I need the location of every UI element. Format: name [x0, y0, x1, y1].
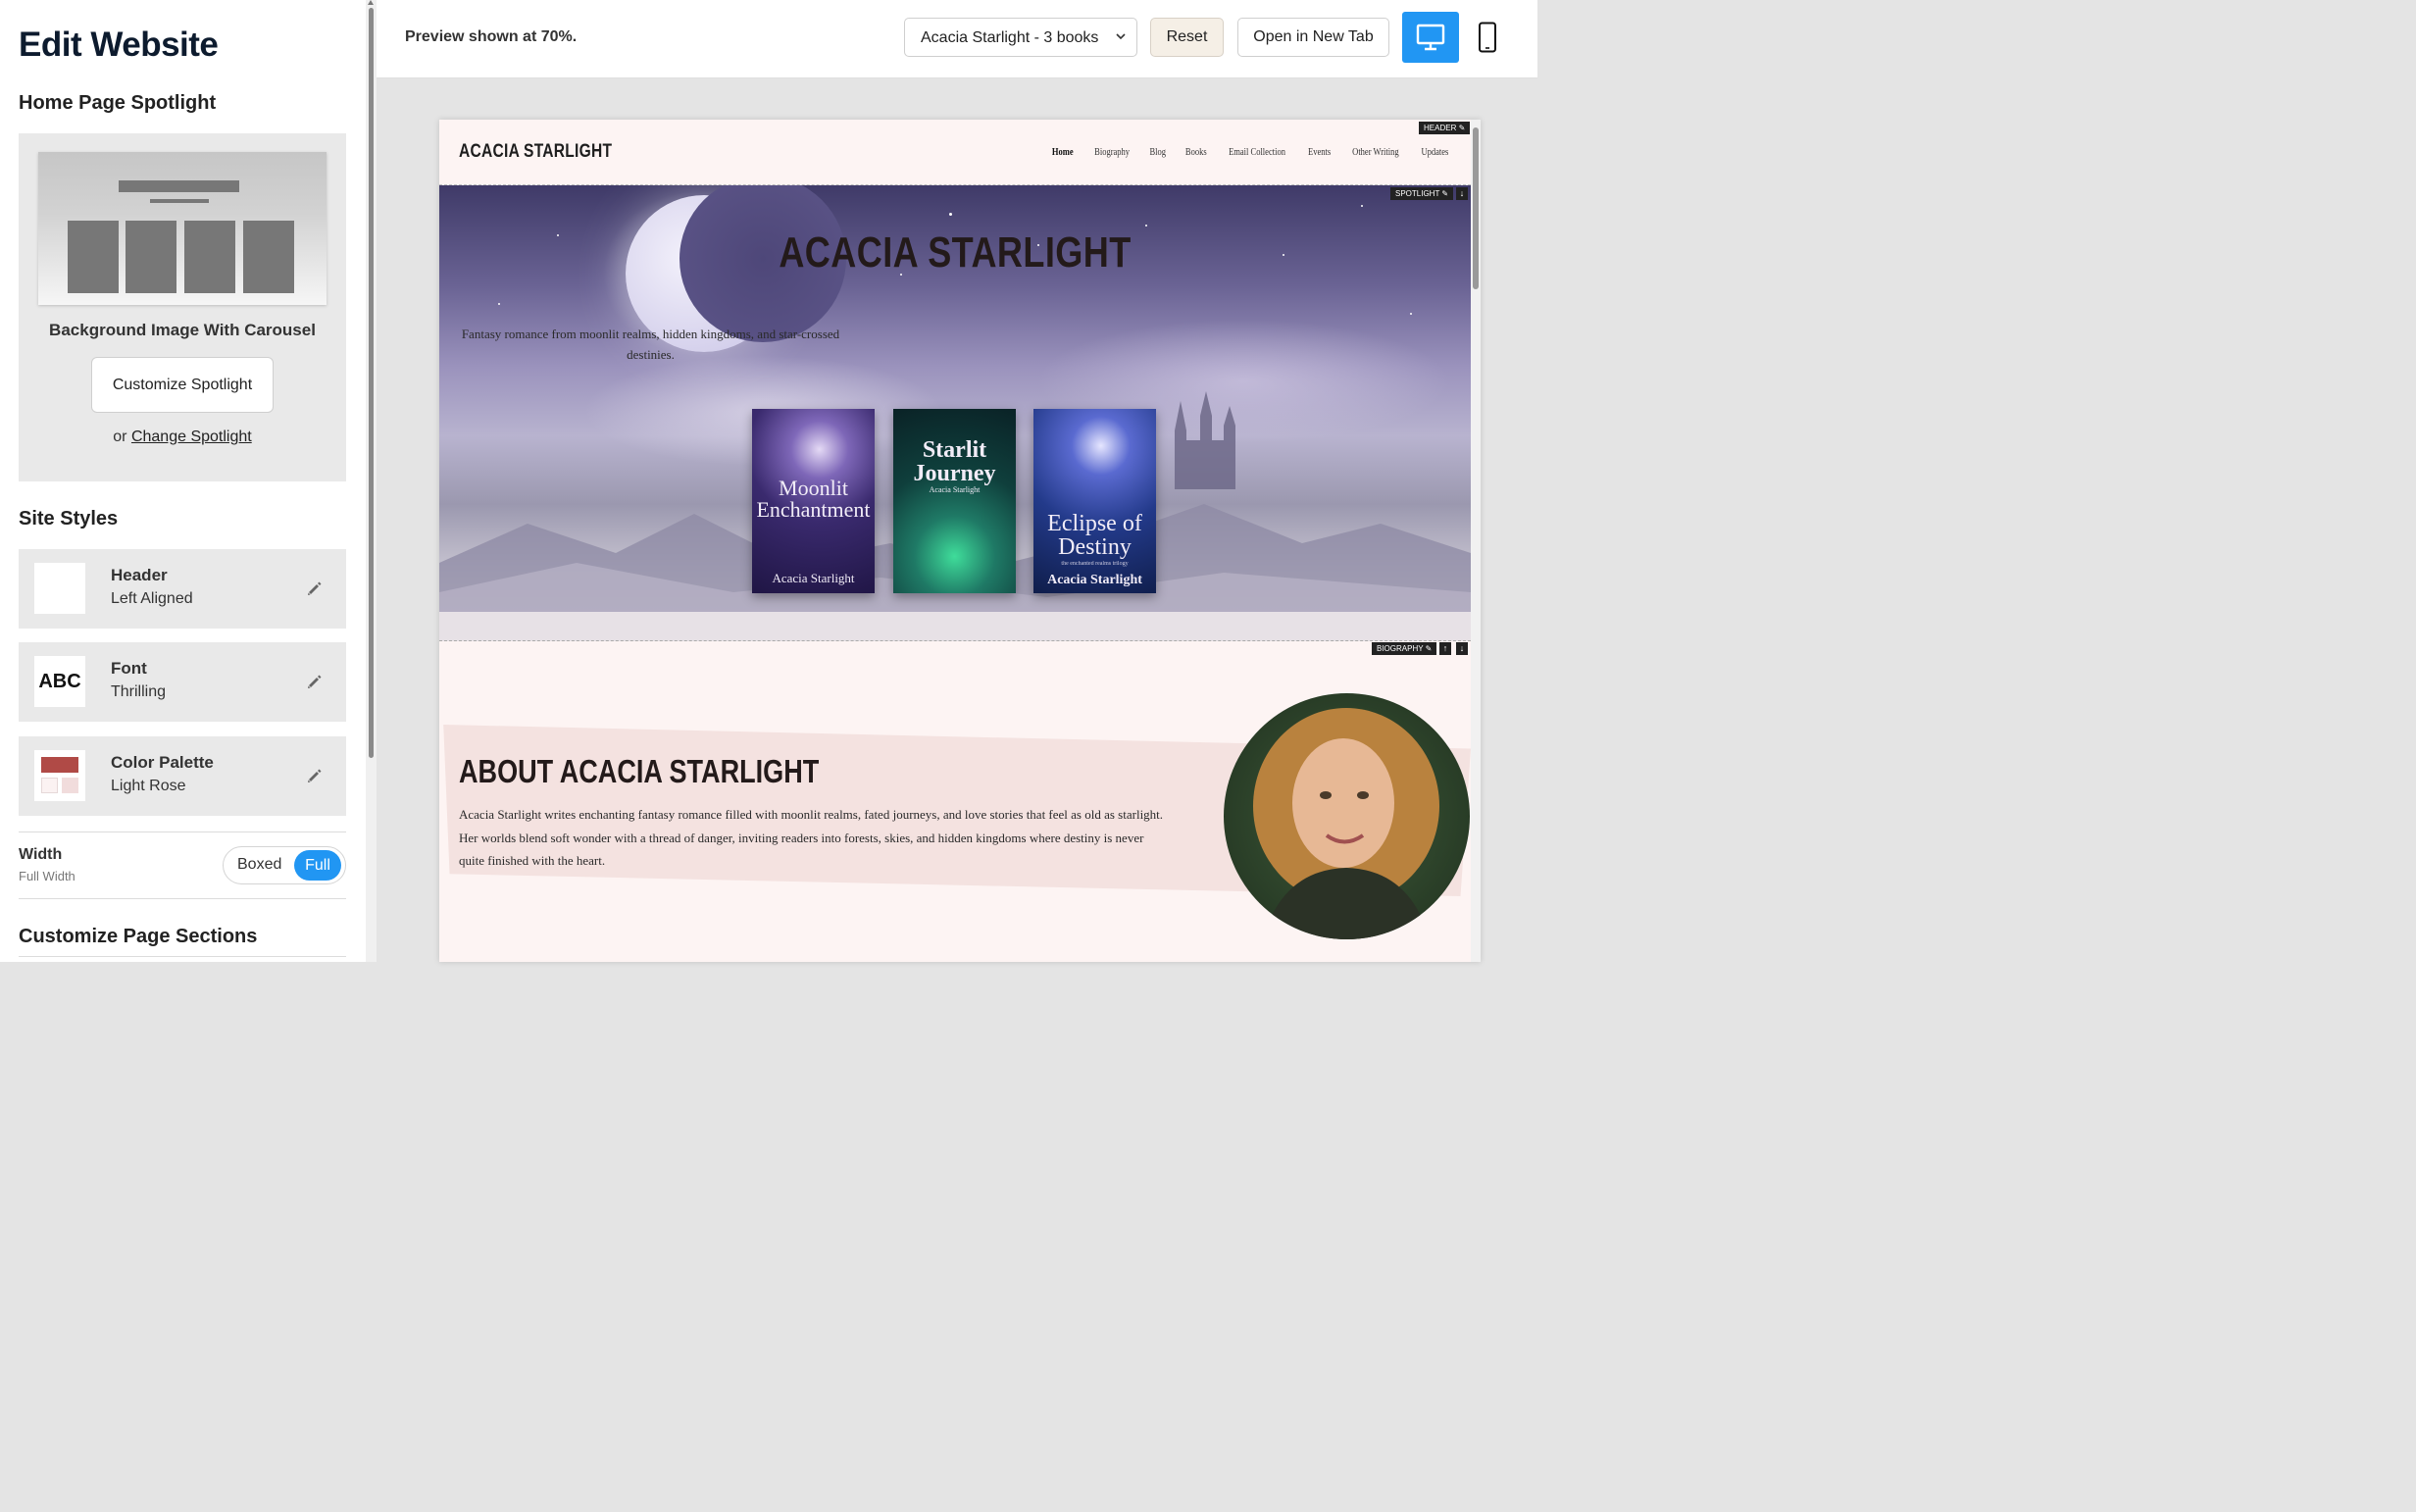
site-logo[interactable]: ACACIA STARLIGHT [459, 141, 612, 163]
book-title: Starlit Journey [913, 437, 996, 486]
spotlight-heading: Home Page Spotlight [19, 92, 217, 114]
book-author: Acacia Starlight [1047, 573, 1142, 587]
width-option-boxed[interactable]: Boxed [237, 856, 281, 874]
spotlight-card: Background Image With Carousel Customize… [19, 133, 346, 481]
page-sections-heading: Customize Page Sections [19, 926, 258, 947]
book-cover[interactable]: Moonlit Enchantment Acacia Starlight [752, 409, 875, 593]
move-up-button[interactable]: ↑ [1439, 642, 1451, 655]
divider [19, 898, 346, 899]
sidebar-title: Edit Website [19, 25, 219, 64]
book-subtitle: the enchanted realms trilogy [1061, 561, 1129, 567]
width-option-full[interactable]: Full [294, 850, 341, 881]
hero-tagline: Fantasy romance from moonlit realms, hid… [461, 327, 840, 362]
header-style-row[interactable]: Header Left Aligned [19, 549, 346, 629]
mobile-view-button[interactable] [1472, 12, 1503, 63]
preview-toolbar: Preview shown at 70%. Acacia Starlight -… [377, 0, 1537, 78]
move-down-button[interactable]: ↓ [1456, 187, 1468, 200]
edit-pencil-icon[interactable] [305, 672, 325, 691]
biography-text: Acacia Starlight writes enchanting fanta… [459, 807, 1164, 868]
spotlight-name: Background Image With Carousel [49, 321, 316, 339]
nav-biography[interactable]: Biography [1094, 147, 1130, 158]
biography-edit-tag[interactable]: BIOGRAPHY ✎ [1372, 642, 1437, 655]
customize-spotlight-button[interactable]: Customize Spotlight [91, 357, 274, 413]
width-label: Width [19, 846, 63, 863]
preview-zoom-text: Preview shown at 70%. [405, 28, 578, 45]
width-toggle[interactable]: Boxed Full [223, 846, 346, 884]
website-preview-frame: ACACIA STARLIGHT Home Biography Blog Boo… [439, 120, 1481, 962]
change-spotlight-link[interactable]: Change Spotlight [131, 428, 252, 445]
book-title: Moonlit Enchantment [756, 476, 871, 522]
book-cover[interactable]: Eclipse of Destiny the enchanted realms … [1033, 409, 1156, 593]
nav-home[interactable]: Home [1052, 147, 1074, 158]
hero-title: ACACIA STARLIGHT [779, 228, 1132, 277]
sidebar-scroll-thumb[interactable] [369, 8, 374, 758]
reset-button[interactable]: Reset [1150, 18, 1224, 57]
nav-updates[interactable]: Updates [1422, 147, 1449, 158]
preview-scroll-thumb[interactable] [1473, 127, 1479, 289]
castle-silhouette [1175, 391, 1235, 489]
book-cover[interactable]: Starlit Journey Acacia Starlight [893, 409, 1016, 593]
book-set-select[interactable]: Acacia Starlight - 3 books [904, 18, 1137, 57]
palette-swatch-icon [34, 750, 85, 801]
biography-title: ABOUT ACACIA STARLIGHT [459, 753, 820, 789]
editor-sidebar: Edit Website Home Page Spotlight Backgro… [0, 0, 366, 962]
preview-scrollbar[interactable] [1471, 120, 1481, 962]
nav-books[interactable]: Books [1185, 147, 1207, 158]
scroll-up-arrow-icon[interactable] [368, 0, 374, 5]
site-nav: Home Biography Blog Books Email Collecti… [1034, 147, 1451, 158]
color-palette-row[interactable]: Color Palette Light Rose [19, 736, 346, 816]
font-style-row[interactable]: ABC Font Thrilling [19, 642, 346, 722]
nav-events[interactable]: Events [1308, 147, 1331, 158]
site-header[interactable]: ACACIA STARLIGHT Home Biography Blog Boo… [439, 120, 1481, 185]
site-styles-heading: Site Styles [19, 508, 119, 529]
spotlight-edit-tag[interactable]: SPOTLIGHT ✎ [1390, 187, 1454, 200]
spotlight-section: ACACIA STARLIGHT Fantasy romance from mo… [439, 185, 1471, 641]
website-editor: Edit Website Home Page Spotlight Backgro… [0, 0, 1537, 962]
nav-email-collection[interactable]: Email Collection [1229, 147, 1285, 158]
book-title: Eclipse of Destiny [1047, 511, 1142, 560]
open-new-tab-button[interactable]: Open in New Tab [1237, 18, 1389, 57]
book-author: Acacia Starlight [772, 571, 855, 585]
font-sample-icon: ABC [34, 656, 85, 707]
move-down-button[interactable]: ↓ [1456, 642, 1468, 655]
book-author: Acacia Starlight [929, 485, 981, 494]
desktop-monitor-icon [1416, 24, 1445, 51]
section-divider [439, 640, 1471, 641]
width-value: Full Width [19, 869, 76, 883]
divider [19, 956, 346, 957]
edit-pencil-icon[interactable] [305, 579, 325, 598]
spotlight-thumbnail [38, 152, 327, 305]
nav-other-writing[interactable]: Other Writing [1353, 147, 1399, 158]
desktop-view-button[interactable] [1402, 12, 1459, 63]
nav-blog[interactable]: Blog [1150, 147, 1167, 158]
edit-pencil-icon[interactable] [305, 766, 325, 785]
header-edit-tag[interactable]: HEADER ✎ [1419, 122, 1471, 134]
change-spotlight-row: or Change Spotlight [113, 428, 252, 445]
mobile-phone-icon [1479, 22, 1496, 53]
header-preview-icon [34, 563, 85, 614]
sidebar-scrollbar[interactable] [366, 0, 377, 962]
chevron-down-icon [1116, 33, 1126, 40]
author-portrait [1224, 693, 1470, 939]
